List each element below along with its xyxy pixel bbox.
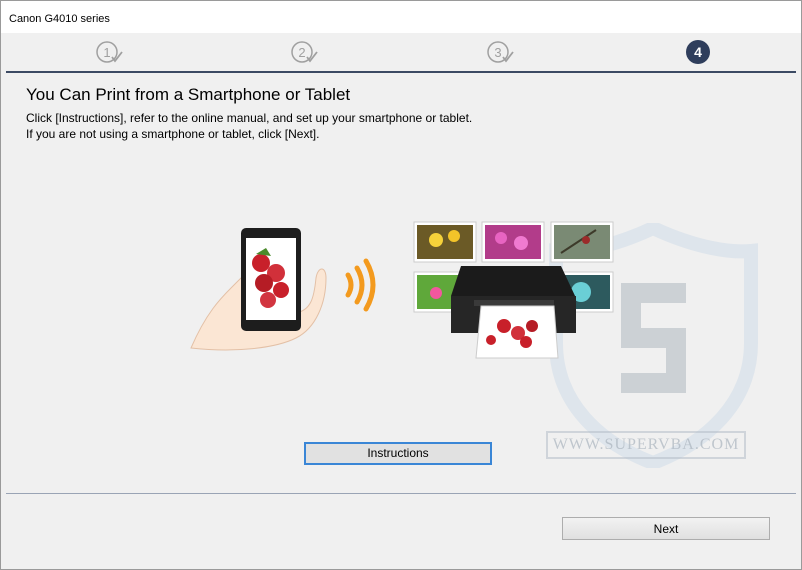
window-title: Canon G4010 series	[9, 13, 110, 25]
step-indicator: 1 2 3 4	[6, 33, 796, 71]
footer-bar: Next	[6, 494, 796, 569]
instruction-text-1: Click [Instructions], refer to the onlin…	[26, 111, 473, 125]
main-content: You Can Print from a Smartphone or Table…	[6, 73, 796, 493]
instructions-button[interactable]: Instructions	[304, 442, 492, 465]
installer-window: Canon G4010 series 1 2 3 4 You Can Print…	[0, 0, 802, 570]
smartphone-icon	[241, 228, 301, 331]
step-2-done-icon: 2	[291, 40, 318, 64]
watermark-text: WWW.SUPERVBA.COM	[546, 431, 746, 459]
step-1-label: 1	[103, 45, 110, 60]
instruction-text-2: If you are not using a smartphone or tab…	[26, 127, 320, 141]
wireless-signal-icon	[345, 258, 376, 312]
page-title: You Can Print from a Smartphone or Table…	[26, 85, 351, 104]
title-bar: Canon G4010 series	[1, 1, 801, 33]
step-2-label: 2	[298, 45, 305, 60]
printer-icon	[451, 266, 576, 359]
step-3-done-icon: 3	[487, 40, 514, 64]
step-3-label: 3	[494, 45, 501, 60]
smartphone-to-printer-illustration	[190, 221, 614, 359]
step-4-active: 4	[686, 40, 710, 64]
step-1-done-icon: 1	[96, 40, 123, 64]
next-button[interactable]: Next	[562, 517, 770, 540]
